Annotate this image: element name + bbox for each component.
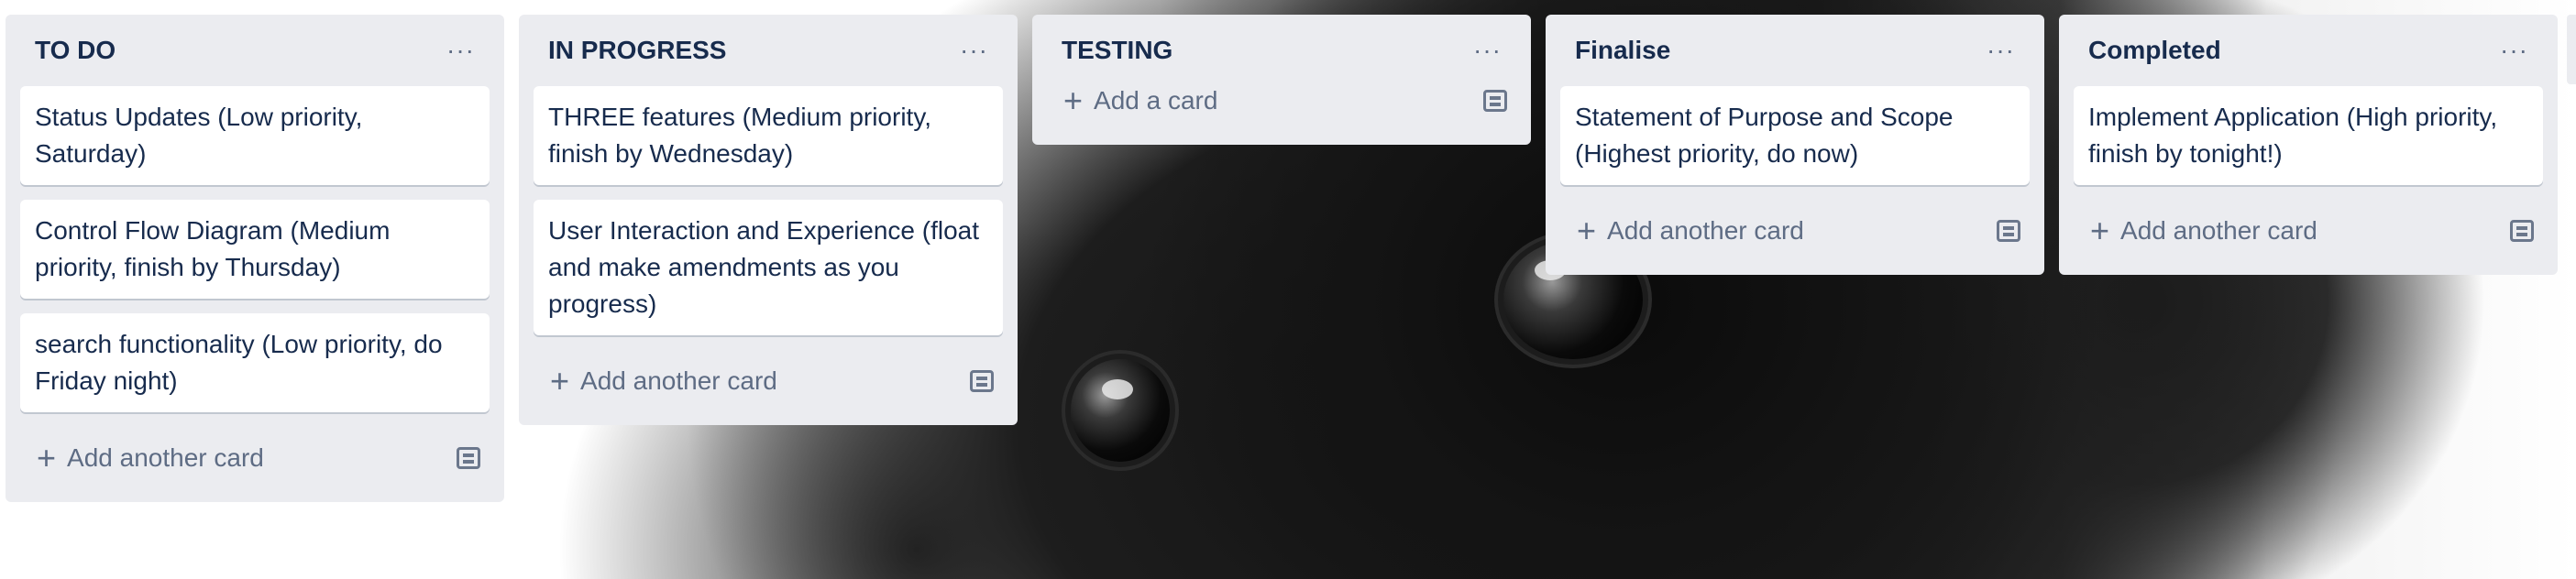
plus-icon: + (550, 362, 570, 399)
list-in-progress: IN PROGRESS ··· THREE features (Medium p… (519, 15, 1018, 425)
card-template-icon[interactable] (1483, 90, 1507, 112)
card-template-icon[interactable] (1997, 220, 2020, 242)
add-card-button[interactable]: + Add another card (1577, 214, 1804, 247)
add-card-row: + Add another card (1560, 200, 2030, 262)
list-title[interactable]: TO DO (35, 36, 116, 65)
list-title[interactable]: IN PROGRESS (548, 36, 726, 65)
list-header: TO DO ··· (20, 15, 490, 86)
add-card-row: + Add another card (534, 350, 1003, 412)
list-finalise: Finalise ··· Statement of Purpose and Sc… (1546, 15, 2044, 275)
list-title[interactable]: Completed (2088, 36, 2221, 65)
card[interactable]: Status Updates (Low priority, Saturday) (20, 86, 490, 185)
plus-icon: + (1577, 212, 1597, 249)
board-lists: TO DO ··· Status Updates (Low priority, … (6, 15, 2558, 502)
card[interactable]: search functionality (Low priority, do F… (20, 313, 490, 412)
list-completed: Completed ··· Implement Application (Hig… (2059, 15, 2558, 275)
list-header: IN PROGRESS ··· (534, 15, 1003, 86)
card[interactable]: Control Flow Diagram (Medium priority, f… (20, 200, 490, 299)
add-card-label: Add another card (67, 443, 264, 472)
add-card-label: Add another card (1607, 216, 1804, 245)
card[interactable]: User Interaction and Experience (float a… (534, 200, 1003, 335)
add-card-button[interactable]: + Add another card (2090, 214, 2317, 247)
add-card-label: Add another card (580, 366, 777, 395)
plus-icon: + (2090, 212, 2110, 249)
add-card-button[interactable]: + Add another card (37, 442, 264, 475)
card-template-icon[interactable] (970, 370, 994, 392)
plus-icon: + (37, 439, 57, 476)
add-card-button[interactable]: + Add a card (1063, 84, 1217, 117)
list-to-do: TO DO ··· Status Updates (Low priority, … (6, 15, 504, 502)
list-testing: TESTING ··· + Add a card (1032, 15, 1531, 145)
more-icon[interactable]: ··· (1979, 34, 2022, 67)
card[interactable]: THREE features (Medium priority, finish … (534, 86, 1003, 185)
add-card-row: + Add another card (20, 427, 490, 489)
next-list-edge[interactable] (2567, 15, 2576, 84)
list-title[interactable]: Finalise (1575, 36, 1670, 65)
list-header: Finalise ··· (1560, 15, 2030, 86)
more-icon[interactable]: ··· (1466, 34, 1509, 67)
add-card-button[interactable]: + Add another card (550, 365, 777, 398)
card[interactable]: Implement Application (High priority, fi… (2074, 86, 2543, 185)
list-header: Completed ··· (2074, 15, 2543, 86)
more-icon[interactable]: ··· (439, 34, 482, 67)
more-icon[interactable]: ··· (2493, 34, 2536, 67)
more-icon[interactable]: ··· (952, 34, 996, 67)
card-template-icon[interactable] (457, 447, 480, 469)
plus-icon: + (1063, 82, 1084, 119)
list-title[interactable]: TESTING (1062, 36, 1172, 65)
card-template-icon[interactable] (2510, 220, 2534, 242)
card[interactable]: Statement of Purpose and Scope (Highest … (1560, 86, 2030, 185)
add-card-label: Add another card (2120, 216, 2317, 245)
add-card-row: + Add another card (2074, 200, 2543, 262)
add-card-label: Add a card (1094, 86, 1218, 115)
add-card-row: + Add a card (1047, 70, 1516, 132)
